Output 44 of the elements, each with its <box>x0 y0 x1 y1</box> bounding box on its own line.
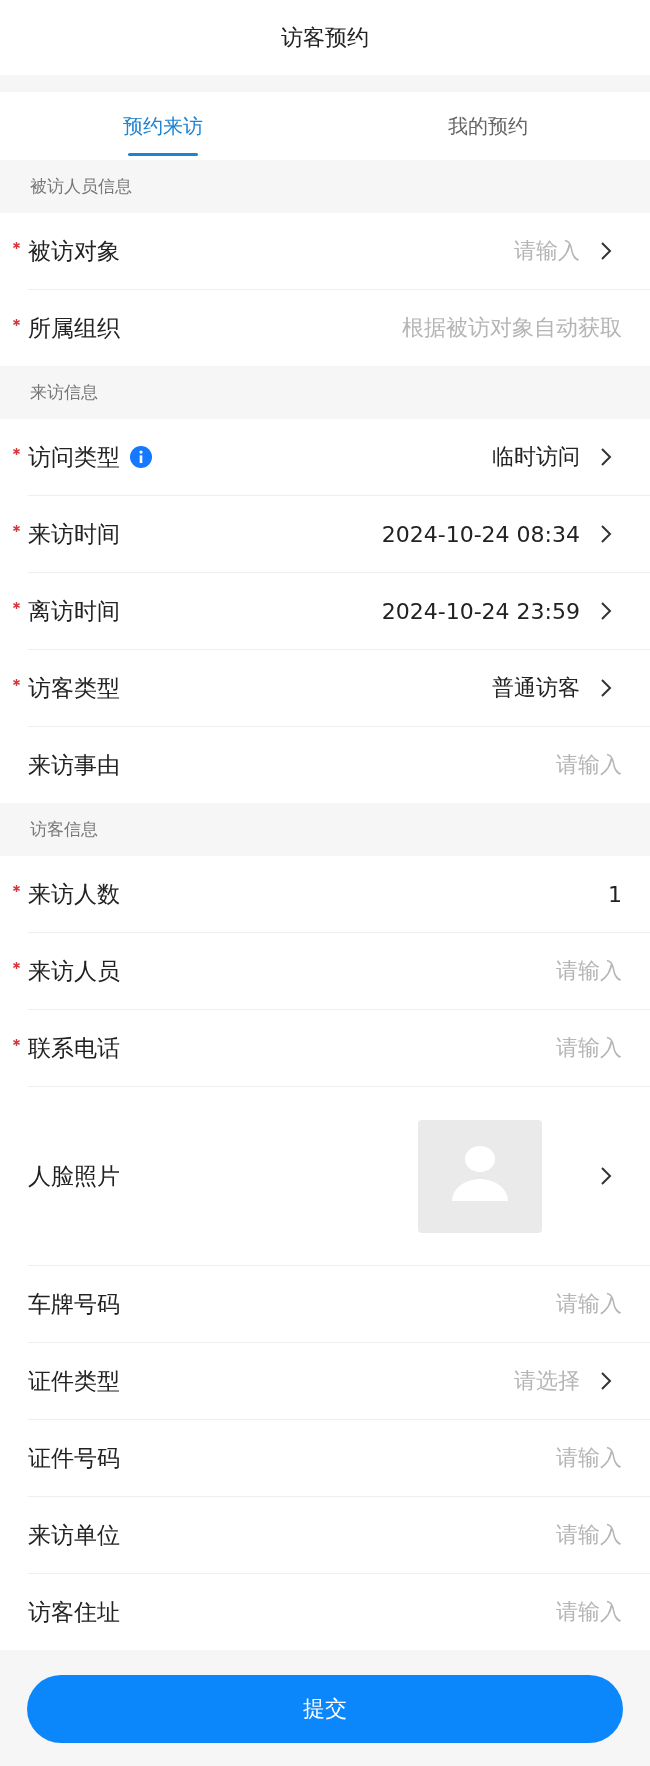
form-row[interactable]: 所属组织 根据被访对象自动获取 <box>28 290 650 366</box>
field-value[interactable]: 2024-10-24 23:59 <box>381 598 580 624</box>
page-title: 访客预约 <box>281 23 369 52</box>
field-label: 来访时间 <box>28 519 120 549</box>
field-label: 车牌号码 <box>28 1289 120 1319</box>
field-value[interactable]: 普通访客 <box>492 673 580 703</box>
field-label: 来访人数 <box>28 879 120 909</box>
field-label: 证件号码 <box>28 1443 120 1473</box>
field-label: 访问类型 <box>28 442 120 472</box>
submit-button[interactable]: 提交 <box>27 1675 623 1743</box>
field-value[interactable]: 1 <box>608 881 622 907</box>
form-row[interactable]: 来访单位 请输入 <box>28 1497 650 1574</box>
form-row[interactable]: 来访人数 1 <box>28 856 650 933</box>
tab[interactable]: 我的预约 <box>325 92 650 160</box>
field-label: 来访事由 <box>28 750 120 780</box>
form-row[interactable]: 访客住址 请输入 <box>28 1574 650 1650</box>
form-row[interactable]: 访问类型 临时访问 <box>28 419 650 496</box>
field-label: 被访对象 <box>28 236 120 266</box>
field-label: 所属组织 <box>28 313 120 343</box>
section-title: 来访信息 <box>30 381 98 404</box>
field-label: 来访人员 <box>28 956 120 986</box>
field-label: 证件类型 <box>28 1366 120 1396</box>
field-label: 人脸照片 <box>28 1161 120 1191</box>
field-label: 访客类型 <box>28 673 120 703</box>
form-row[interactable]: 访客类型 普通访客 <box>28 650 650 727</box>
form-row[interactable]: 车牌号码 请输入 <box>28 1266 650 1343</box>
field-label: 联系电话 <box>28 1033 120 1063</box>
form-row[interactable]: 来访事由 请输入 <box>28 727 650 803</box>
field-value[interactable]: 临时访问 <box>492 442 580 472</box>
field-value[interactable]: 2024-10-24 08:34 <box>381 521 580 547</box>
form-row[interactable]: 来访时间 2024-10-24 08:34 <box>28 496 650 573</box>
field-label: 来访单位 <box>28 1520 120 1550</box>
section-title: 访客信息 <box>30 818 98 841</box>
field-label: 离访时间 <box>28 596 120 626</box>
section-title: 被访人员信息 <box>30 175 132 198</box>
form-row[interactable]: 离访时间 2024-10-24 23:59 <box>28 573 650 650</box>
form-row[interactable]: 来访人员 请输入 <box>28 933 650 1010</box>
field-label: 访客住址 <box>28 1597 120 1627</box>
form-row[interactable]: 联系电话 请输入 <box>28 1010 650 1087</box>
form-row[interactable]: 被访对象 请输入 <box>28 213 650 290</box>
form-row[interactable]: 证件号码 请输入 <box>28 1420 650 1497</box>
tab[interactable]: 预约来访 <box>0 92 325 160</box>
form-row[interactable]: 证件类型 请选择 <box>28 1343 650 1420</box>
form-row[interactable]: 人脸照片 <box>28 1087 650 1266</box>
